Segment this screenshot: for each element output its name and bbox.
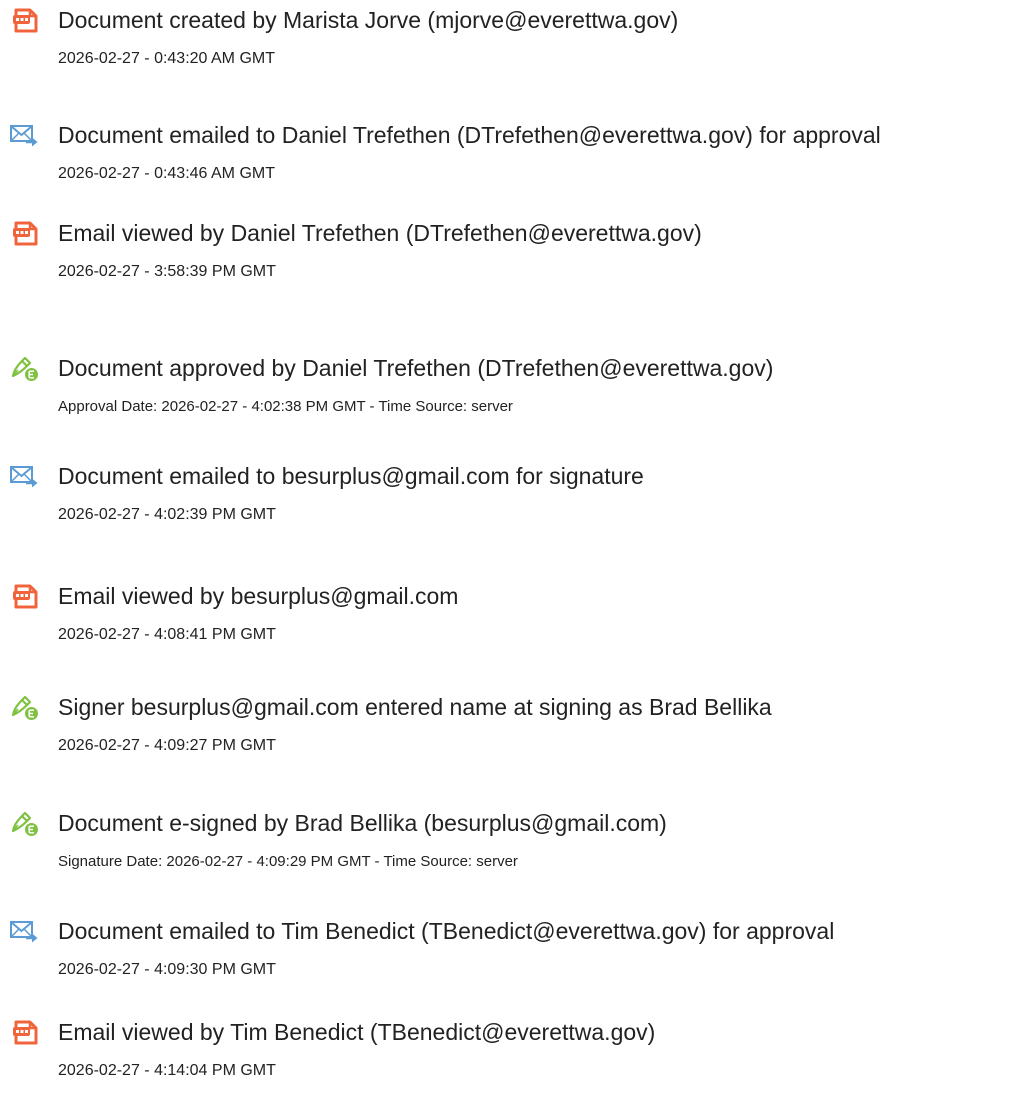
entry-title: Email viewed by Tim Benedict (TBenedict@… <box>58 1019 656 1045</box>
audit-entry: Document emailed to Daniel Trefethen (DT… <box>0 115 1013 195</box>
entry-timestamp: 2026-02-27 - 4:08:41 PM GMT <box>58 626 276 643</box>
audit-entry: Document emailed to Tim Benedict (TBened… <box>0 911 1013 991</box>
entry-timestamp: Signature Date: 2026-02-27 - 4:09:29 PM … <box>58 853 518 870</box>
entry-timestamp: 2026-02-27 - 4:02:39 PM GMT <box>58 506 276 523</box>
email-sent-icon <box>10 918 40 946</box>
entry-title: Document emailed to besurplus@gmail.com … <box>58 463 644 489</box>
entry-title: Email viewed by Daniel Trefethen (DTrefe… <box>58 220 702 246</box>
entry-title: Document approved by Daniel Trefethen (D… <box>58 355 774 381</box>
entry-title: Document e-signed by Brad Bellika (besur… <box>58 810 667 836</box>
audit-entry: Email viewed by besurplus@gmail.com 2026-… <box>0 576 1013 656</box>
entry-title: Document created by Marista Jorve (mjorv… <box>58 7 679 33</box>
email-sent-icon <box>10 463 40 491</box>
audit-entry: Document approved by Daniel Trefethen (D… <box>0 348 1013 428</box>
entry-timestamp: 2026-02-27 - 3:58:39 PM GMT <box>58 263 276 280</box>
entry-timestamp: 2026-02-27 - 4:14:04 PM GMT <box>58 1062 276 1079</box>
entry-timestamp: Approval Date: 2026-02-27 - 4:02:38 PM G… <box>58 398 513 415</box>
audit-entry: Document emailed to besurplus@gmail.com … <box>0 456 1013 536</box>
entry-title: Signer besurplus@gmail.com entered name … <box>58 694 772 720</box>
entry-title: Email viewed by besurplus@gmail.com <box>58 583 459 609</box>
esign-pen-icon <box>10 694 40 722</box>
email-sent-icon <box>10 122 40 150</box>
document-icon <box>10 7 40 35</box>
entry-timestamp: 2026-02-27 - 0:43:20 AM GMT <box>58 50 275 67</box>
audit-entry: Signer besurplus@gmail.com entered name … <box>0 687 1013 767</box>
audit-entry: Document created by Marista Jorve (mjorv… <box>0 0 1013 80</box>
entry-title: Document emailed to Tim Benedict (TBened… <box>58 918 835 944</box>
audit-entry: Email viewed by Daniel Trefethen (DTrefe… <box>0 213 1013 293</box>
document-icon <box>10 220 40 248</box>
entry-timestamp: 2026-02-27 - 4:09:30 PM GMT <box>58 961 276 978</box>
audit-entry: Document e-signed by Brad Bellika (besur… <box>0 803 1013 883</box>
entry-timestamp: 2026-02-27 - 4:09:27 PM GMT <box>58 737 276 754</box>
document-icon <box>10 583 40 611</box>
entry-title: Document emailed to Daniel Trefethen (DT… <box>58 122 881 148</box>
esign-pen-icon <box>10 810 40 838</box>
entry-timestamp: 2026-02-27 - 0:43:46 AM GMT <box>58 165 275 182</box>
audit-entry: Email viewed by Tim Benedict (TBenedict@… <box>0 1012 1013 1092</box>
esign-pen-icon <box>10 355 40 383</box>
document-icon <box>10 1019 40 1047</box>
